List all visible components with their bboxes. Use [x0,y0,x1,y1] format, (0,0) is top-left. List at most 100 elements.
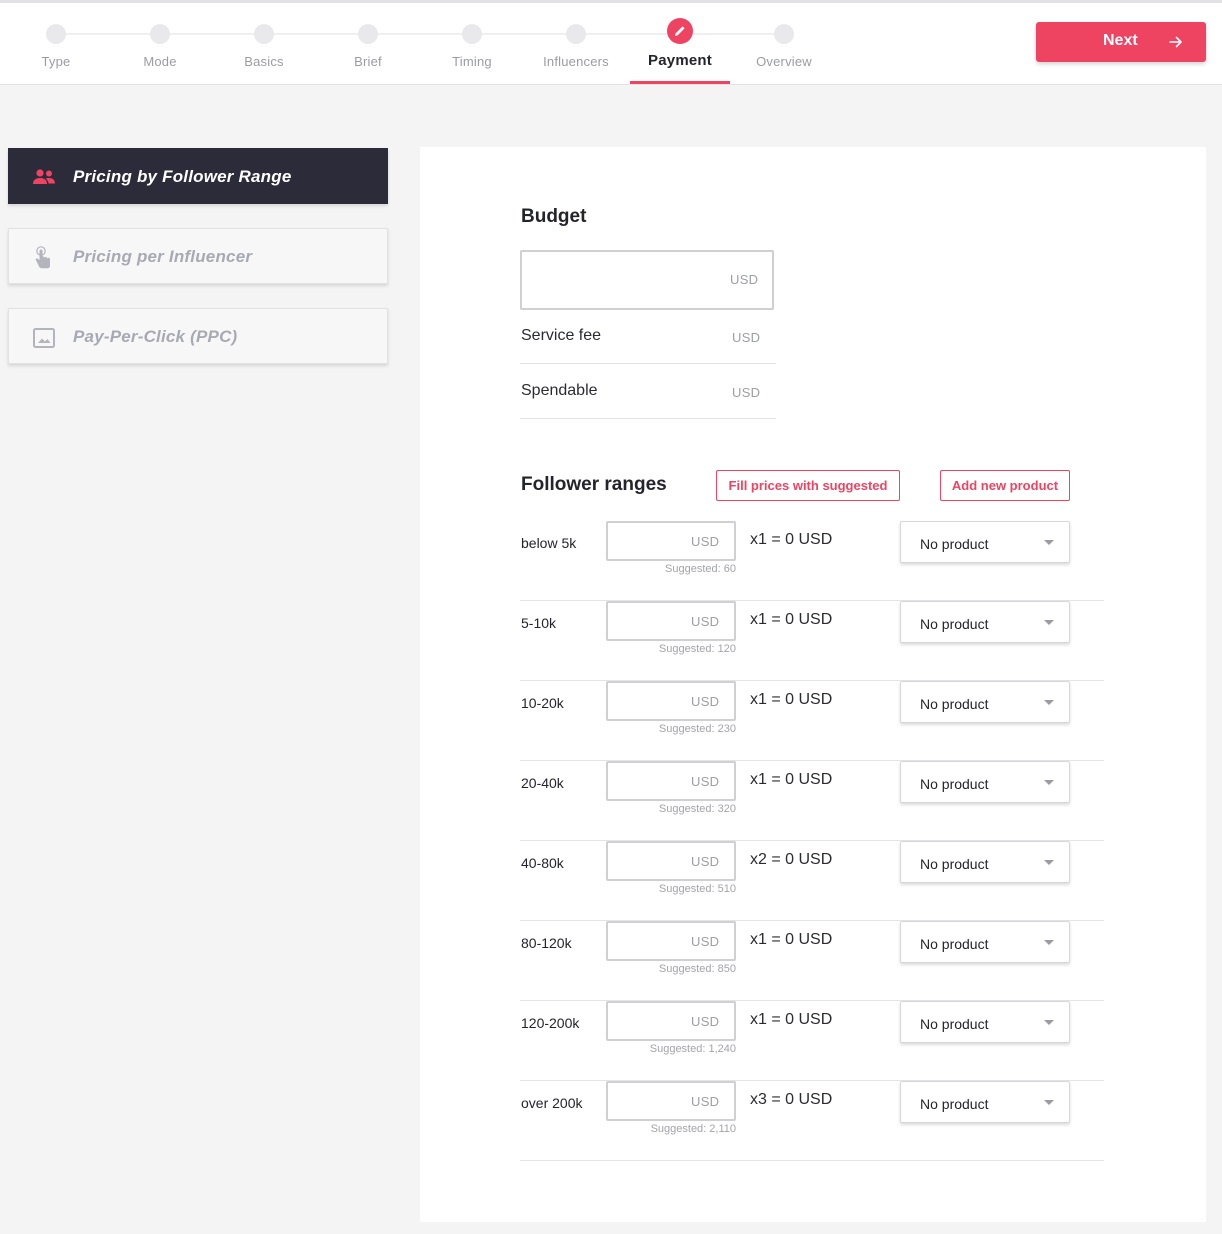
product-select-value: No product [920,1096,989,1112]
next-button-label: Next [1103,32,1138,49]
range-price-field[interactable] [616,1012,686,1032]
suggested-price: Suggested: 230 [658,723,736,735]
step-label: Mode [143,54,177,69]
arrow-right-icon [1169,36,1182,48]
step-label: Brief [354,54,382,69]
chevron-down-icon [1044,700,1054,705]
chevron-down-icon [1044,780,1054,785]
range-price-field[interactable] [616,612,686,632]
suggested-price: Suggested: 60 [665,563,736,575]
add-new-product-button[interactable]: Add new product [940,470,1070,501]
step-label: Basics [244,54,284,69]
range-label: 10-20k [521,695,564,711]
spendable-label: Spendable [521,382,598,399]
product-select[interactable]: No product [900,761,1070,803]
budget-input-field[interactable] [532,268,712,292]
payment-panel: Budget USD Service fee USD Spendable USD… [420,147,1206,1222]
service-fee-unit: USD [732,330,761,345]
fill-suggested-button[interactable]: Fill prices with suggested [716,470,900,501]
step-influencers[interactable]: Influencers [524,3,628,85]
step-overview[interactable]: Overview [732,3,836,85]
next-button[interactable]: Next [1036,22,1206,62]
range-unit: USD [691,934,720,949]
suggested-price: Suggested: 1,240 [649,1043,736,1055]
budget-unit: USD [730,272,759,287]
range-total: x1 = 0 USD [750,531,833,548]
product-select-value: No product [920,856,989,872]
range-row-80-120k: 80-120k USD Suggested: 850 x1 = 0 USD No… [520,921,1104,1001]
range-unit: USD [691,1094,720,1109]
range-price-field[interactable] [616,532,686,552]
range-price-field[interactable] [616,1092,686,1112]
product-select[interactable]: No product [900,521,1070,563]
spendable-unit: USD [732,385,761,400]
step-type[interactable]: Type [4,3,108,85]
step-brief[interactable]: Brief [316,3,420,85]
product-select[interactable]: No product [900,841,1070,883]
range-price-input[interactable]: USD [606,1081,736,1121]
chevron-down-icon [1044,1020,1054,1025]
chevron-down-icon [1044,540,1054,545]
tab-pricing-by-follower-range[interactable]: Pricing by Follower Range [8,148,388,204]
service-fee-row: Service fee USD [520,310,776,364]
image-icon [33,328,55,348]
range-price-input[interactable]: USD [606,601,736,641]
range-price-field[interactable] [616,772,686,792]
chevron-down-icon [1044,860,1054,865]
range-price-input[interactable]: USD [606,521,736,561]
range-row-10-20k: 10-20k USD Suggested: 230 x1 = 0 USD No … [520,681,1104,761]
tab-pay-per-click[interactable]: Pay-Per-Click (PPC) [8,308,388,364]
budget-title: Budget [521,206,587,227]
range-price-field[interactable] [616,852,686,872]
tab-label: Pricing per Influencer [73,247,253,266]
range-label: 40-80k [521,855,564,871]
range-label: over 200k [521,1095,583,1111]
step-dot [358,24,378,44]
range-total: x1 = 0 USD [750,611,833,628]
range-label: 120-200k [521,1015,580,1031]
range-total: x1 = 0 USD [750,771,833,788]
range-unit: USD [691,774,720,789]
range-price-input[interactable]: USD [606,681,736,721]
step-basics[interactable]: Basics [212,3,316,85]
range-price-field[interactable] [616,692,686,712]
range-price-input[interactable]: USD [606,841,736,881]
active-step-underline [630,81,730,84]
range-unit: USD [691,534,720,549]
step-dot [566,24,586,44]
budget-input[interactable]: USD [520,250,774,310]
product-select-value: No product [920,696,989,712]
range-unit: USD [691,1014,720,1029]
range-price-input[interactable]: USD [606,761,736,801]
chevron-down-icon [1044,620,1054,625]
range-total: x1 = 0 USD [750,1011,833,1028]
range-row-over-200k: over 200k USD Suggested: 2,110 x3 = 0 US… [520,1081,1104,1161]
suggested-price: Suggested: 2,110 [650,1123,736,1135]
range-unit: USD [691,694,720,709]
product-select-value: No product [920,616,989,632]
product-select[interactable]: No product [900,681,1070,723]
step-payment[interactable]: Payment [628,3,732,85]
range-row-120-200k: 120-200k USD Suggested: 1,240 x1 = 0 USD… [520,1001,1104,1081]
range-label: below 5k [521,535,577,551]
product-select[interactable]: No product [900,1001,1070,1043]
product-select[interactable]: No product [900,1081,1070,1123]
step-dot-active [667,18,693,44]
range-price-input[interactable]: USD [606,1001,736,1041]
product-select[interactable]: No product [900,921,1070,963]
range-price-input[interactable]: USD [606,921,736,961]
step-dot [46,24,66,44]
step-mode[interactable]: Mode [108,3,212,85]
wizard-header: Type Mode Basics Brief Timing Influencer… [0,3,1222,85]
range-price-field[interactable] [616,932,686,952]
range-total: x3 = 0 USD [750,1091,833,1108]
step-label: Overview [756,54,812,69]
product-select-value: No product [920,1016,989,1032]
step-dot [254,24,274,44]
product-select[interactable]: No product [900,601,1070,643]
tab-pricing-per-influencer[interactable]: Pricing per Influencer [8,228,388,284]
hand-pointer-icon [35,246,50,269]
step-timing[interactable]: Timing [420,3,524,85]
range-unit: USD [691,614,720,629]
product-select-value: No product [920,536,989,552]
